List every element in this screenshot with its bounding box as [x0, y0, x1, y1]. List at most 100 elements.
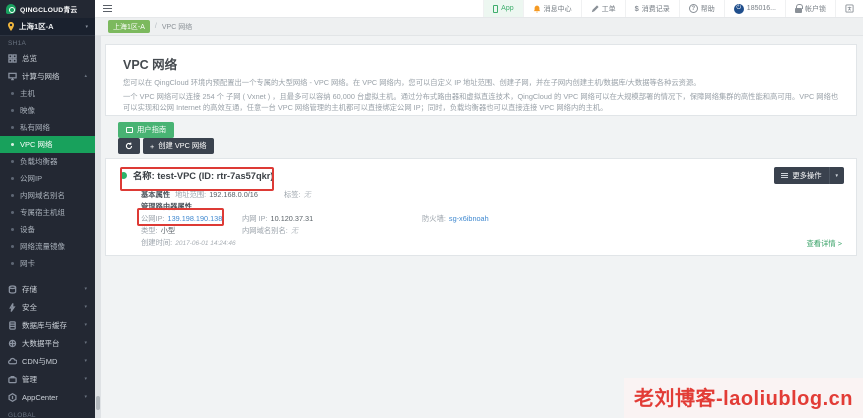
sidebar-item-public-ip[interactable]: 公网IP	[0, 170, 95, 187]
description-paragraph: 一个 VPC 网络可以连接 254 个 子网 ( Vxnet ) ，且最多可以容…	[123, 92, 839, 112]
breadcrumb-zone-badge[interactable]: 上海1区-A	[108, 20, 150, 33]
question-icon: ?	[688, 4, 698, 13]
router-heading: 管理路由器属性	[141, 202, 193, 211]
sidebar-item-dedicated-host-group[interactable]: 专属宿主机组	[0, 204, 95, 221]
chevron-down-icon: ▾	[84, 376, 87, 382]
vpc-card-header: 名称: test-VPC (ID: rtr-7as57qkr)	[120, 168, 842, 182]
sidebar-item-label: 专属宿主机组	[20, 208, 65, 217]
sidebar-item-private-network[interactable]: 私有网络	[0, 119, 95, 136]
firewall-link[interactable]: sg-x6ibnoah	[449, 214, 489, 223]
avatar: ⏻	[733, 3, 744, 14]
sidebar-item-compute-network[interactable]: 计算与网络 ▴	[0, 67, 95, 85]
header-item-billing[interactable]: $ 消费记录	[624, 0, 679, 17]
created-field: 创建时间: 2017-06-01 14:24:46	[141, 238, 236, 247]
header-item-label: 帐户锁	[805, 5, 826, 13]
chevron-down-icon: ▾	[84, 340, 87, 346]
sidebar-item-vpc-network[interactable]: VPC 网络	[0, 136, 95, 153]
private-ip-field: 内网 IP: 10.120.37.31	[242, 214, 314, 223]
sidebar-item-security[interactable]: 安全 ▾	[0, 298, 95, 316]
sidebar-menu: 总览 计算与网络 ▴ 主机 映像 私有网络 VPC 网络 负载均衡器 公网IP …	[0, 49, 95, 406]
sidebar-item-label: 存储	[22, 284, 37, 294]
sidebar-item-appcenter[interactable]: AppCenter ▾	[0, 388, 95, 406]
router-attrs-heading-row: 管理路由器属性	[141, 201, 842, 213]
brand-name: QINGCLOUD青云	[20, 7, 78, 14]
sidebar-item-label: 网络流量镜像	[20, 242, 65, 251]
sidebar-item-label: 管理	[22, 374, 37, 384]
plus-icon: +	[150, 141, 155, 151]
sidebar-item-label: 设备	[20, 225, 35, 234]
header-item-label: 工单	[601, 5, 616, 13]
refresh-button[interactable]	[118, 138, 140, 154]
sidebar-item-bigdata[interactable]: 大数据平台 ▾	[0, 334, 95, 352]
sidebar-scrollbar[interactable]	[95, 36, 101, 418]
header-item-help[interactable]: ? 帮助	[678, 0, 724, 17]
sidebar-item-label: 负载均衡器	[20, 157, 58, 166]
create-vpc-label: 创建 VPC 网络	[158, 141, 207, 150]
dropdown-caret-icon[interactable]: ▼	[828, 167, 844, 184]
sidebar-item-database-cache[interactable]: 数据库与缓存 ▾	[0, 316, 95, 334]
database-icon	[9, 320, 16, 330]
chevron-down-icon: ▾	[85, 23, 88, 30]
basic-heading: 基本属性	[141, 190, 171, 199]
sidebar-item-nic[interactable]: 网卡	[0, 255, 95, 272]
bullet-icon	[11, 194, 14, 197]
refresh-icon	[125, 142, 133, 150]
vpc-name[interactable]: 名称: test-VPC (ID: rtr-7as57qkr)	[133, 168, 274, 182]
storage-icon	[8, 284, 17, 294]
sidebar-item-overview[interactable]: 总览	[0, 49, 95, 67]
bullet-icon	[11, 228, 14, 231]
top-bar: App 消息中心 工单 $ 消费记录 ? 帮助 ⏻ 185016... 帐户锁	[95, 0, 863, 18]
vpc-card: 名称: test-VPC (ID: rtr-7as57qkr) 基本属性 地址范…	[105, 158, 857, 256]
sidebar-item-cdn[interactable]: CDN与MD ▾	[0, 352, 95, 370]
sidebar-item-label: AppCenter	[22, 392, 58, 402]
type-field: 类型: 小型	[141, 226, 176, 235]
location-pin-icon	[8, 22, 14, 31]
header-item-app[interactable]: App	[483, 0, 523, 17]
sidebar-item-label: 网卡	[20, 259, 35, 268]
header-item-label: 消息中心	[543, 5, 572, 13]
description-paragraph: 您可以在 QingCloud 环境内预配置出一个专属的大型网络 - VPC 网络…	[123, 78, 701, 87]
header-item-label: 185016...	[746, 5, 776, 12]
sidebar-item-label: 公网IP	[20, 174, 43, 183]
header-item-account-lock[interactable]: 帐户锁	[785, 0, 835, 17]
header-item-account[interactable]: ⏻ 185016...	[723, 0, 785, 17]
bullet-icon	[11, 160, 14, 163]
sidebar-item-traffic-mirror[interactable]: 网络流量镜像	[0, 238, 95, 255]
public-ip-field: 公网IP: 139.198.190.138	[141, 214, 223, 223]
create-vpc-button[interactable]: + 创建 VPC 网络	[143, 138, 214, 154]
alias-field: 内网域名别名: 无	[242, 226, 299, 235]
sidebar-item-images[interactable]: 映像	[0, 102, 95, 119]
zone-selector[interactable]: 上海1区-A ▾	[0, 18, 95, 36]
sidebar-item-devices[interactable]: 设备	[0, 221, 95, 238]
app-root: QINGCLOUD青云 上海1区-A ▾ SH1A 总览 计算与网络 ▴ 主机 …	[0, 0, 863, 418]
header-item-ticket[interactable]: 工单	[580, 0, 625, 17]
sidebar-item-hosts[interactable]: 主机	[0, 85, 95, 102]
more-actions-button[interactable]: 更多操作 ▼	[774, 167, 844, 184]
book-icon	[126, 127, 133, 133]
sidebar-item-storage[interactable]: 存储 ▾	[0, 280, 95, 298]
header-item-message-center[interactable]: 消息中心	[522, 0, 581, 17]
scrollbar-thumb[interactable]	[96, 396, 100, 410]
user-guide-button[interactable]: 用户指南	[118, 122, 175, 138]
view-details-link[interactable]: 查看详情 >	[807, 239, 842, 249]
sidebar-item-load-balancer[interactable]: 负载均衡器	[0, 153, 95, 170]
bullet-icon	[11, 211, 14, 214]
sidebar-section-zone: SH1A	[8, 40, 27, 47]
main-content: VPC 网络 您可以在 QingCloud 环境内预配置出一个专属的大型网络 -…	[101, 36, 863, 418]
menu-toggle-icon[interactable]	[103, 4, 112, 13]
more-actions-label: 更多操作	[792, 170, 822, 180]
header-item-label: 消费记录	[641, 5, 670, 13]
chevron-down-icon: ▾	[84, 394, 87, 400]
public-ip-link[interactable]: 139.198.190.138	[168, 214, 223, 223]
description-panel: VPC 网络 您可以在 QingCloud 环境内预配置出一个专属的大型网络 -…	[105, 44, 857, 116]
breadcrumb-separator: /	[154, 23, 157, 30]
mobile-app-icon	[493, 4, 499, 13]
lightning-icon	[9, 302, 16, 312]
header-item-language[interactable]	[835, 0, 863, 17]
bullet-icon	[11, 177, 14, 180]
sidebar-item-dns-alias[interactable]: 内网域名别名	[0, 187, 95, 204]
brand-logo[interactable]: QINGCLOUD青云	[0, 0, 95, 18]
sidebar: QINGCLOUD青云 上海1区-A ▾ SH1A 总览 计算与网络 ▴ 主机 …	[0, 0, 95, 418]
lock-icon	[795, 3, 803, 13]
sidebar-item-management[interactable]: 管理 ▾	[0, 370, 95, 388]
